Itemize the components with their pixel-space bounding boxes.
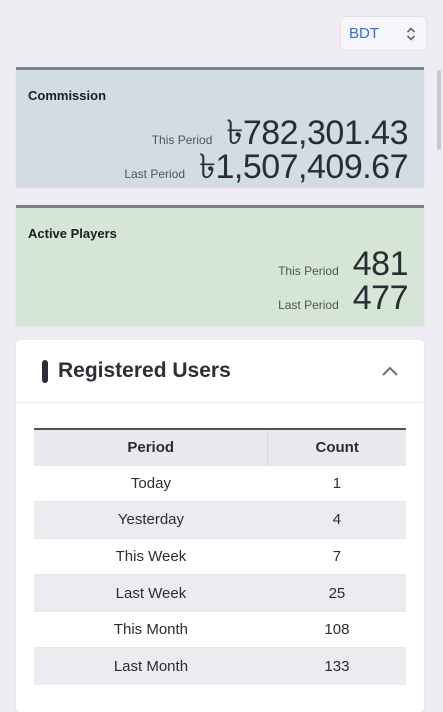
count-cell: 133 [267, 647, 406, 685]
currency-select[interactable]: BDT [340, 16, 427, 51]
registered-users-title: Registered Users [58, 359, 231, 382]
period-cell: Today [34, 464, 268, 502]
currency-select-value: BDT [349, 25, 379, 42]
period-cell: This Month [34, 610, 268, 648]
players-last-period-value: 477 [352, 279, 409, 317]
table-row: Yesterday 4 [34, 501, 406, 539]
count-cell: 25 [267, 574, 406, 612]
commission-card: Commission This Period ৳782,301.43 Last … [16, 67, 424, 187]
period-cell: This Week [34, 537, 268, 575]
registered-users-table: Period Count Today 1 Yesterday 4 This We… [34, 428, 406, 685]
chevron-up-icon[interactable] [376, 357, 404, 385]
players-last-period-label: Last Period [278, 298, 339, 312]
period-cell: Yesterday [34, 501, 268, 539]
period-cell: Last Month [34, 647, 268, 685]
registered-users-panel: Registered Users Period Count Today 1 Ye… [16, 340, 424, 712]
count-cell: 4 [267, 501, 406, 539]
count-cell: 108 [267, 610, 406, 648]
count-cell: 1 [267, 464, 406, 502]
table-row: Last Week 25 [34, 574, 406, 612]
active-players-title: Active Players [28, 226, 117, 241]
period-cell: Last Week [34, 574, 268, 612]
table-row: This Month 108 [34, 610, 406, 648]
table-header-row: Period Count [34, 429, 406, 465]
players-last-period-row: Last Period 477 [278, 279, 408, 318]
registered-users-header: Registered Users [16, 340, 424, 403]
accent-bar [42, 359, 48, 383]
commission-last-period-value: ৳1,507,409.67 [199, 148, 408, 186]
commission-title: Commission [28, 88, 107, 103]
active-players-card: Active Players This Period 481 Last Peri… [16, 205, 424, 325]
table-row: Last Month 133 [34, 647, 406, 685]
count-cell: 7 [267, 537, 406, 575]
table-row: This Week 7 [34, 537, 406, 575]
page-scrollbar[interactable] [437, 70, 441, 150]
column-header-count: Count [267, 429, 406, 465]
players-this-period-label: This Period [278, 264, 339, 278]
commission-last-period-label: Last Period [124, 167, 186, 181]
chevron-up-down-icon [406, 26, 416, 41]
commission-last-period-row: Last Period ৳1,507,409.67 [124, 141, 408, 198]
column-header-period: Period [34, 429, 269, 465]
table-row: Today 1 [34, 464, 406, 502]
